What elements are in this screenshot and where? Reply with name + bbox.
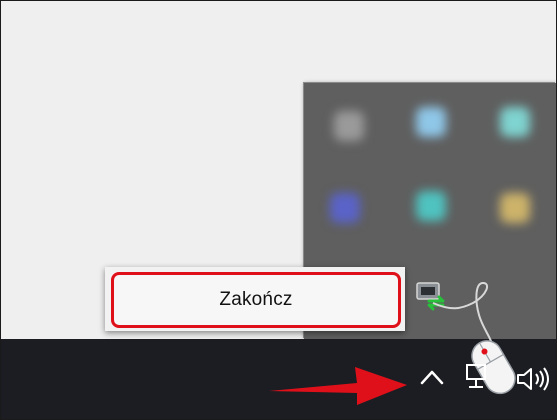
blurred-app-icon[interactable] xyxy=(416,107,446,137)
blurred-app-icon[interactable] xyxy=(500,107,530,137)
menu-item-quit[interactable]: Zakończ xyxy=(111,272,401,328)
volume-icon[interactable] xyxy=(516,365,552,393)
red-arrow-icon xyxy=(269,367,407,405)
menu-item-label: Zakończ xyxy=(219,289,293,310)
network-icon[interactable] xyxy=(465,363,487,391)
screenshot-frame: Zakończ xyxy=(0,0,557,420)
blurred-app-icon[interactable] xyxy=(500,193,530,223)
chevron-up-icon[interactable] xyxy=(419,367,445,387)
blurred-app-icon[interactable] xyxy=(334,111,364,141)
blurred-app-icon[interactable] xyxy=(416,191,446,221)
blurred-app-icon[interactable] xyxy=(330,193,360,223)
context-menu: Zakończ xyxy=(105,267,405,331)
